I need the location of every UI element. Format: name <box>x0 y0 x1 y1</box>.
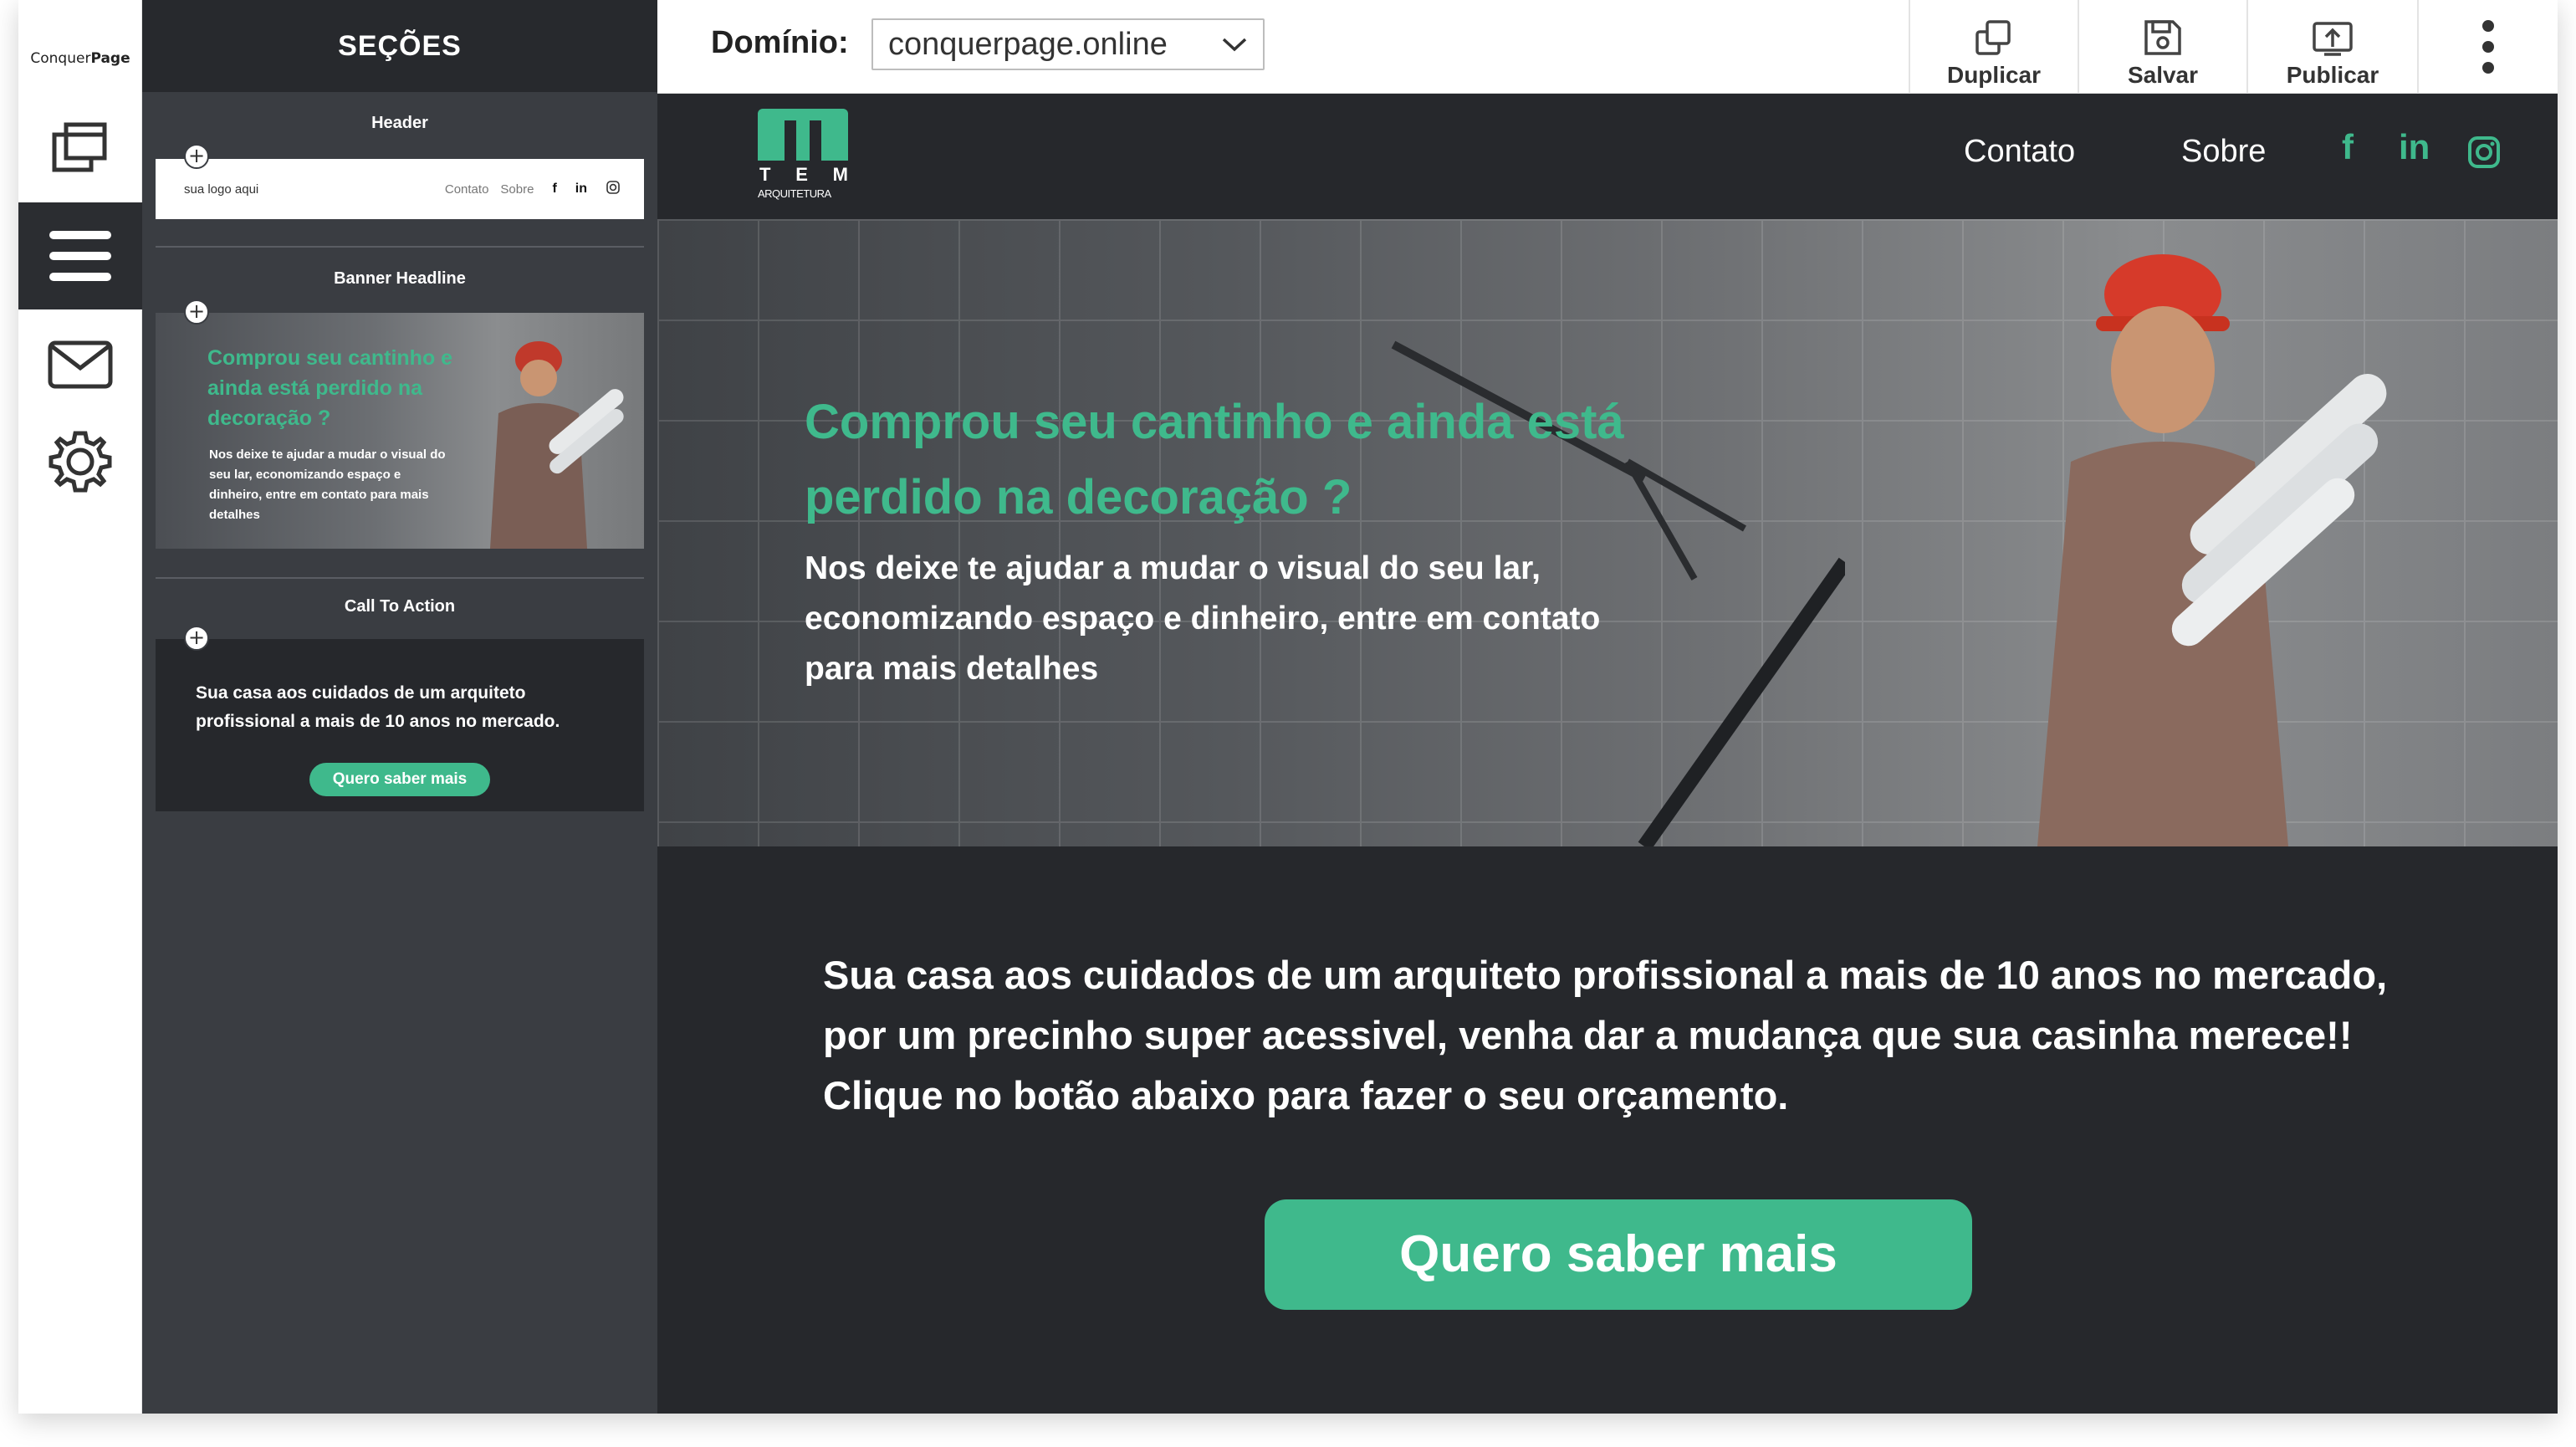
logo-letter: M <box>832 164 848 185</box>
rail-mail-button[interactable] <box>18 311 142 418</box>
publish-label: Publicar <box>2286 62 2379 88</box>
section-divider <box>156 246 644 248</box>
architect-photo <box>490 341 624 549</box>
duplicate-button[interactable]: Duplicar <box>1909 0 2078 94</box>
chevron-down-icon <box>1222 38 1247 52</box>
add-section-button[interactable]: + <box>184 144 209 169</box>
banner-headline: Comprou seu cantinho e ainda está perdid… <box>805 395 1624 524</box>
linkedin-icon: in <box>575 182 587 196</box>
duplicate-icon <box>1975 20 2011 55</box>
thumb-banner-body: Nos deixe te ajudar a mudar o visual do … <box>209 447 446 522</box>
tem-logo: T E M ARQUITETURA <box>758 109 850 204</box>
mail-icon <box>48 340 113 389</box>
banner-section: Comprou seu cantinho e ainda está perdid… <box>657 219 2558 846</box>
facebook-icon: f <box>552 182 557 196</box>
cta-text: Sua casa aos cuidados de um arquiteto pr… <box>823 953 2388 1117</box>
thumb-cta-text: Sua casa aos cuidados de um arquiteto pr… <box>196 683 560 731</box>
add-section-button[interactable]: + <box>184 626 209 651</box>
rail-sections-button[interactable] <box>18 202 142 309</box>
more-vertical-icon <box>2482 20 2494 74</box>
thumb-link-contato: Contato <box>444 182 489 197</box>
save-icon <box>2144 20 2181 55</box>
sections-panel: SEÇÕES Header + sua logo aqui Contato So… <box>142 0 657 1414</box>
nav-link-contato[interactable]: Contato <box>1964 134 2075 170</box>
more-options-button[interactable] <box>2417 0 2558 94</box>
architect-photo <box>2037 254 2387 846</box>
save-label: Salvar <box>2127 62 2199 88</box>
section-thumb-header[interactable]: sua logo aqui Contato Sobre f in <box>156 159 644 219</box>
cta-button[interactable]: Quero saber mais <box>1265 1199 1972 1310</box>
logo-letter: E <box>795 164 808 185</box>
section-label-header: Header <box>371 114 428 132</box>
preview-header: T E M ARQUITETURA Contato Sobre f in <box>657 94 2558 219</box>
panel-title: SEÇÕES <box>142 0 657 92</box>
section-thumb-cta[interactable]: Sua casa aos cuidados de um arquiteto pr… <box>156 639 644 811</box>
linkedin-icon[interactable]: in <box>2399 127 2430 167</box>
domain-select[interactable]: conquerpage.online <box>871 18 1265 70</box>
logo-prefix: Conquer <box>30 50 91 67</box>
menu-icon <box>49 231 111 281</box>
domain-value: conquerpage.online <box>888 26 1168 62</box>
thumb-banner-headline: Comprou seu cantinho e ainda está perdid… <box>207 346 453 430</box>
top-toolbar: Domínio: conquerpage.online Duplicar Sal… <box>657 0 2558 94</box>
publish-button[interactable]: Publicar <box>2246 0 2417 94</box>
section-divider <box>156 577 644 579</box>
pages-icon <box>52 122 107 172</box>
logo-subtitle: ARQUITETURA <box>758 187 831 200</box>
section-label-cta: Call To Action <box>344 597 456 616</box>
publish-icon <box>2313 22 2353 56</box>
instagram-icon <box>606 180 621 199</box>
thumb-cta-button: Quero saber mais <box>309 763 490 796</box>
instagram-icon[interactable] <box>2467 135 2501 177</box>
thumb-link-sobre: Sobre <box>500 182 534 197</box>
domain-label: Domínio: <box>711 25 849 60</box>
thumb-logo-text: sua logo aqui <box>184 182 259 197</box>
duplicate-label: Duplicar <box>1946 62 2042 88</box>
logo-letter: T <box>759 164 771 185</box>
save-button[interactable]: Salvar <box>2078 0 2246 94</box>
logo-suffix: Page <box>90 50 130 67</box>
add-section-button[interactable]: + <box>184 299 209 325</box>
section-thumb-banner[interactable]: Comprou seu cantinho e ainda está perdid… <box>156 313 644 549</box>
page-preview: T E M ARQUITETURA Contato Sobre f in Com… <box>657 94 2558 1414</box>
section-label-banner: Banner Headline <box>334 269 466 288</box>
rail-settings-button[interactable] <box>18 408 142 515</box>
facebook-icon[interactable]: f <box>2342 127 2354 167</box>
nav-link-sobre[interactable]: Sobre <box>2181 134 2266 170</box>
icon-rail: ConquerPage <box>18 0 142 1414</box>
rail-pages-button[interactable] <box>18 94 142 201</box>
conquerpage-logo: ConquerPage <box>18 50 142 67</box>
banner-subtext: Nos deixe te ajudar a mudar o visual do … <box>805 550 1601 687</box>
app-window: ConquerPage SEÇÕES Header + sua logo aqu… <box>18 0 2558 1414</box>
gear-icon <box>49 431 112 493</box>
